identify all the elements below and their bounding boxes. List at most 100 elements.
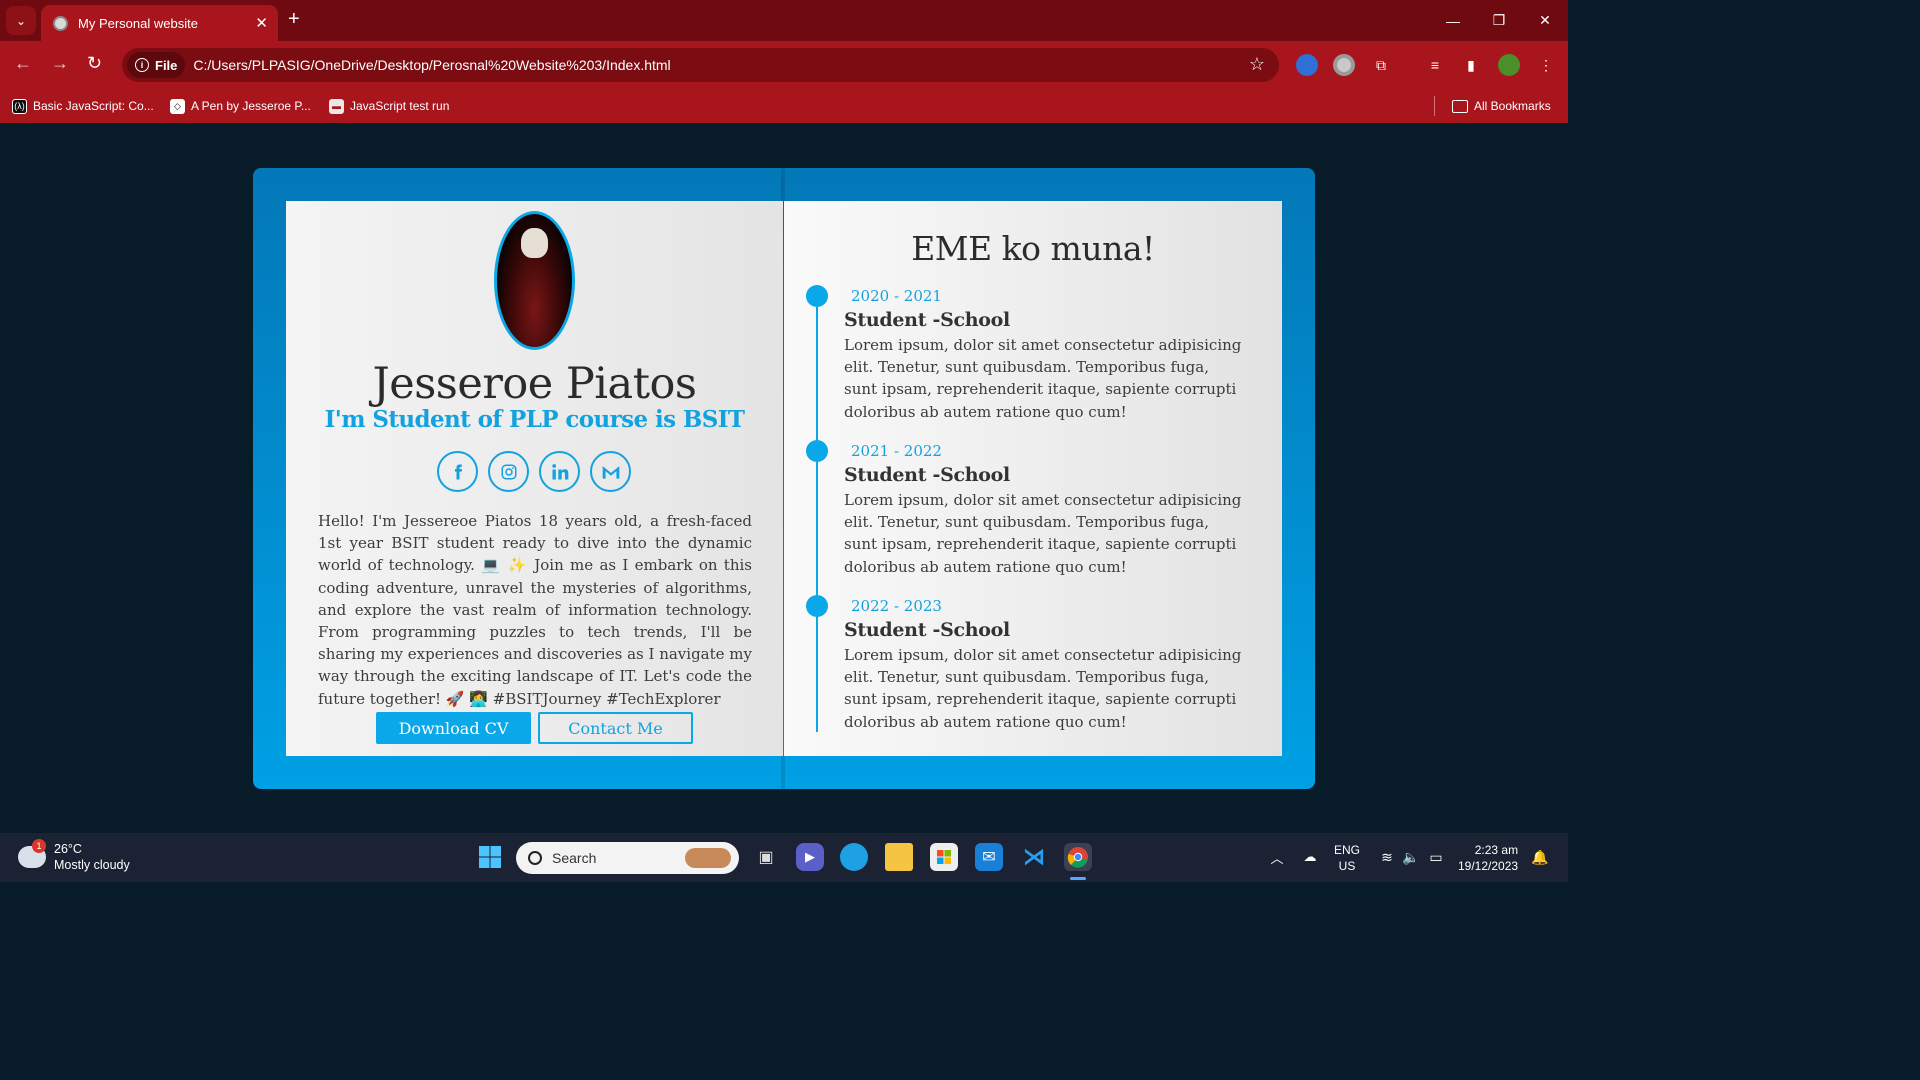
close-tab-icon[interactable]: ✕ bbox=[255, 14, 268, 32]
site-info-chip[interactable]: i File bbox=[127, 52, 186, 78]
bookmark-item[interactable]: ◇ A Pen by Jesseroe P... bbox=[170, 95, 311, 117]
onedrive-icon[interactable]: ☁ bbox=[1296, 843, 1324, 871]
search-label: Search bbox=[552, 850, 597, 866]
restore-button[interactable]: ❐ bbox=[1476, 0, 1522, 41]
taskbar-search[interactable]: Search bbox=[516, 842, 739, 874]
facebook-icon[interactable] bbox=[437, 451, 478, 492]
region-code: US bbox=[1338, 859, 1356, 873]
all-bookmarks-button[interactable]: All Bookmarks bbox=[1452, 95, 1551, 117]
timeline-text: Lorem ipsum, dolor sit amet consectetur … bbox=[844, 491, 1242, 576]
bookmark-item[interactable]: (λ) Basic JavaScript: Co... bbox=[12, 95, 154, 117]
timeline-dot bbox=[806, 440, 828, 462]
bookmark-label: JavaScript test run bbox=[350, 99, 450, 113]
url-text[interactable]: C:/Users/PLPASIG/OneDrive/Desktop/Perosn… bbox=[193, 57, 670, 73]
close-window-button[interactable]: ✕ bbox=[1522, 0, 1568, 41]
contact-me-button[interactable]: Contact Me bbox=[538, 712, 693, 744]
timeline-role: Student -School bbox=[844, 464, 1010, 486]
linkedin-icon[interactable] bbox=[539, 451, 580, 492]
task-view-icon[interactable]: ▣ bbox=[752, 843, 780, 871]
window-controls: — ❐ ✕ bbox=[1430, 0, 1568, 41]
education-page: EME ko muna! 2020 - 2021 Student -School… bbox=[784, 201, 1282, 756]
timeline-years: 2021 - 2022 bbox=[851, 442, 942, 460]
profile-photo bbox=[494, 211, 575, 350]
bookmarks-bar: (λ) Basic JavaScript: Co... ◇ A Pen by J… bbox=[0, 89, 1568, 123]
timeline-role: Student -School bbox=[844, 309, 1010, 331]
taskbar: 1 26°C Mostly cloudy Search ▣ ▶ ✉ ⋊ ︿ ☁ … bbox=[0, 833, 1568, 882]
clock[interactable]: 2:23 am 19/12/2023 bbox=[1458, 842, 1518, 874]
instagram-icon[interactable] bbox=[488, 451, 529, 492]
profile-page: Jesseroe Piatos I'm Student of PLP cours… bbox=[286, 201, 783, 756]
browser-tab[interactable]: My Personal website ✕ bbox=[41, 5, 278, 41]
file-explorer-icon[interactable] bbox=[885, 843, 913, 871]
timeline-text: Lorem ipsum, dolor sit amet consectetur … bbox=[844, 646, 1242, 731]
extension-circle-icon[interactable] bbox=[1333, 54, 1355, 76]
battery-icon[interactable]: ▭ bbox=[1422, 843, 1450, 871]
tab-search-button[interactable]: ⌄ bbox=[6, 6, 36, 35]
windows-start-icon[interactable] bbox=[476, 843, 504, 871]
timeline-text: Lorem ipsum, dolor sit amet consectetur … bbox=[844, 336, 1242, 421]
bookmarks-divider bbox=[1434, 96, 1435, 116]
volume-icon[interactable]: 🔈 bbox=[1397, 843, 1425, 871]
profile-avatar[interactable] bbox=[1498, 54, 1520, 76]
globe-icon bbox=[53, 15, 68, 31]
timeline-dot bbox=[806, 595, 828, 617]
timeline-years: 2020 - 2021 bbox=[851, 287, 942, 305]
forward-button[interactable]: → bbox=[51, 53, 69, 74]
new-tab-button[interactable]: + bbox=[288, 8, 300, 31]
bookmark-label: Basic JavaScript: Co... bbox=[33, 99, 154, 113]
extensions-puzzle-icon[interactable]: ⧉ bbox=[1370, 54, 1392, 76]
weather-temp: 26°C bbox=[54, 842, 82, 856]
extension-browser-icon[interactable] bbox=[1296, 54, 1318, 76]
timeline-title: EME ko muna! bbox=[911, 229, 1155, 268]
profile-subtitle: I'm Student of PLP course is BSIT bbox=[324, 406, 745, 433]
language-indicator[interactable]: ENG US bbox=[1334, 842, 1360, 874]
bookmark-star-icon[interactable]: ☆ bbox=[1249, 54, 1265, 75]
timeline-dot bbox=[806, 285, 828, 307]
profile-name: Jesseroe Piatos bbox=[372, 359, 697, 409]
timeline-role: Student -School bbox=[844, 619, 1010, 641]
side-panel-icon[interactable]: ▮ bbox=[1460, 54, 1482, 76]
gmail-icon[interactable] bbox=[590, 451, 631, 492]
search-highlight-image bbox=[685, 848, 731, 868]
chrome-icon[interactable] bbox=[1064, 843, 1092, 871]
bookmark-label: A Pen by Jesseroe P... bbox=[191, 99, 311, 113]
file-label: File bbox=[155, 57, 178, 73]
timeline-years: 2022 - 2023 bbox=[851, 597, 942, 615]
address-bar[interactable]: i File C:/Users/PLPASIG/OneDrive/Desktop… bbox=[122, 48, 1279, 82]
freecodecamp-icon: (λ) bbox=[12, 98, 27, 114]
back-button[interactable]: ← bbox=[14, 53, 32, 74]
cloud-icon: 1 bbox=[18, 839, 46, 868]
bio-paragraph: Hello! I'm Jessereoe Piatos 18 years old… bbox=[318, 512, 752, 708]
codepen-icon: ◇ bbox=[170, 98, 185, 114]
lang-code: ENG bbox=[1334, 843, 1361, 857]
weather-desc: Mostly cloudy bbox=[54, 858, 130, 872]
notification-badge: 1 bbox=[32, 839, 46, 853]
info-icon: i bbox=[135, 58, 149, 72]
active-app-indicator bbox=[1070, 877, 1086, 880]
weather-widget[interactable]: 1 26°C Mostly cloudy bbox=[18, 839, 130, 873]
vscode-icon[interactable]: ⋊ bbox=[1020, 843, 1048, 871]
notification-bell-icon[interactable]: 🔔 bbox=[1526, 843, 1554, 871]
reload-button[interactable]: ↻ bbox=[87, 53, 102, 74]
teams-chat-icon[interactable]: ▶ bbox=[796, 843, 824, 871]
microsoft-store-icon[interactable] bbox=[930, 843, 958, 871]
clock-date: 19/12/2023 bbox=[1458, 859, 1519, 873]
social-links bbox=[437, 451, 631, 492]
portfolio-book: Jesseroe Piatos I'm Student of PLP cours… bbox=[253, 168, 1315, 789]
mail-icon[interactable]: ✉ bbox=[975, 843, 1003, 871]
media-controls-icon[interactable]: ≡ bbox=[1424, 54, 1446, 76]
search-icon bbox=[528, 851, 542, 865]
tab-title: My Personal website bbox=[78, 15, 198, 31]
tab-strip: ⌄ My Personal website ✕ + — ❐ ✕ bbox=[0, 0, 1568, 41]
all-bookmarks-label: All Bookmarks bbox=[1474, 99, 1551, 113]
js-test-icon: ▬ bbox=[329, 98, 344, 114]
bookmark-item[interactable]: ▬ JavaScript test run bbox=[329, 95, 449, 117]
timeline-line bbox=[816, 295, 818, 732]
show-hidden-icons[interactable]: ︿ bbox=[1263, 843, 1291, 871]
browser-toolbar: ← → ↻ i File C:/Users/PLPASIG/OneDrive/D… bbox=[0, 41, 1568, 89]
clock-time: 2:23 am bbox=[1474, 843, 1519, 857]
download-cv-button[interactable]: Download CV bbox=[376, 712, 531, 744]
browser-menu-icon[interactable]: ⋮ bbox=[1535, 54, 1557, 76]
minimize-button[interactable]: — bbox=[1430, 0, 1476, 41]
edge-icon[interactable] bbox=[840, 843, 868, 871]
